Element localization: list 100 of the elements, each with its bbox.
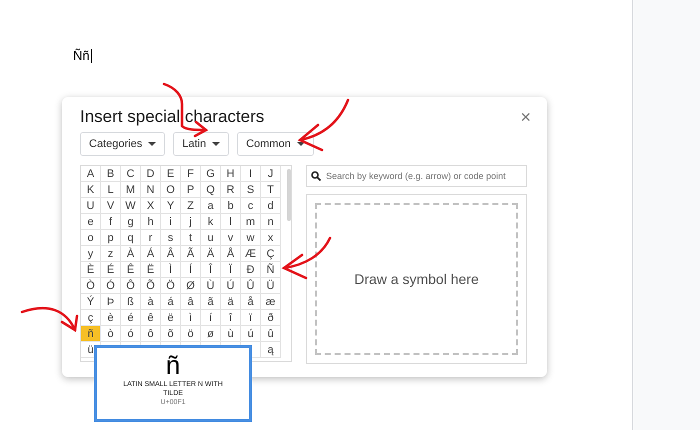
character-cell[interactable]: î [221,310,241,326]
character-cell[interactable]: b [221,198,241,214]
character-cell[interactable]: ñ [81,326,101,342]
character-cell[interactable]: B [101,166,121,182]
character-cell[interactable]: Ç [261,246,281,262]
character-cell[interactable]: O [161,182,181,198]
character-cell[interactable]: A [81,166,101,182]
drawing-area[interactable]: Draw a symbol here [315,203,518,355]
character-cell[interactable]: Î [201,262,221,278]
character-cell[interactable]: q [121,230,141,246]
dropdown[interactable]: Common [237,132,314,156]
character-cell[interactable]: H [221,166,241,182]
character-cell[interactable]: Ð [241,262,261,278]
character-cell[interactable]: Û [241,278,261,294]
character-cell[interactable]: Ì [161,262,181,278]
character-cell[interactable]: û [261,326,281,342]
character-cell[interactable]: Â [161,246,181,262]
character-cell[interactable]: ä [221,294,241,310]
character-cell[interactable]: ß [121,294,141,310]
character-cell[interactable]: r [141,230,161,246]
character-cell[interactable]: v [221,230,241,246]
character-cell[interactable]: Æ [241,246,261,262]
character-cell[interactable]: Z [181,198,201,214]
dropdown[interactable]: Latin [173,132,230,156]
character-cell[interactable]: Ú [221,278,241,294]
character-cell[interactable]: Ü [261,278,281,294]
dropdown[interactable]: Categories [80,132,166,156]
character-cell[interactable]: S [241,182,261,198]
character-cell[interactable]: c [241,198,261,214]
character-cell[interactable]: l [221,214,241,230]
character-cell[interactable]: G [201,166,221,182]
close-button[interactable]: × [518,106,533,128]
character-cell[interactable]: ê [141,310,161,326]
character-cell[interactable]: P [181,182,201,198]
character-cell[interactable]: Ø [181,278,201,294]
character-cell[interactable]: Ê [121,262,141,278]
character-cell[interactable]: È [81,262,101,278]
character-cell[interactable]: e [81,214,101,230]
character-cell[interactable]: i [161,214,181,230]
character-cell[interactable]: ð [261,310,281,326]
character-cell[interactable]: Ë [141,262,161,278]
character-cell[interactable]: é [121,310,141,326]
character-cell[interactable]: À [121,246,141,262]
character-cell[interactable]: R [221,182,241,198]
character-cell[interactable]: ô [141,326,161,342]
character-cell[interactable]: ò [101,326,121,342]
character-cell[interactable]: Þ [101,294,121,310]
character-cell[interactable]: Ö [161,278,181,294]
character-cell[interactable]: á [161,294,181,310]
character-cell[interactable]: h [141,214,161,230]
character-cell[interactable]: J [261,166,281,182]
character-cell[interactable]: ã [201,294,221,310]
character-cell[interactable]: I [241,166,261,182]
character-cell[interactable]: E [161,166,181,182]
character-cell[interactable]: ą [261,342,281,358]
character-cell[interactable]: a [201,198,221,214]
character-cell[interactable]: Å [221,246,241,262]
character-cell[interactable]: V [101,198,121,214]
character-cell[interactable]: í [201,310,221,326]
character-cell[interactable]: Á [141,246,161,262]
character-cell[interactable]: æ [261,294,281,310]
character-cell[interactable]: Ä [201,246,221,262]
character-cell[interactable]: Õ [141,278,161,294]
character-cell[interactable]: L [101,182,121,198]
character-cell[interactable]: p [101,230,121,246]
character-cell[interactable]: ø [201,326,221,342]
character-cell[interactable]: m [241,214,261,230]
character-cell[interactable]: è [101,310,121,326]
character-cell[interactable]: Ô [121,278,141,294]
character-cell[interactable]: y [81,246,101,262]
character-cell[interactable]: t [181,230,201,246]
character-cell[interactable]: Ï [221,262,241,278]
character-cell[interactable]: F [181,166,201,182]
character-cell[interactable]: w [241,230,261,246]
character-cell[interactable]: ö [181,326,201,342]
character-cell[interactable]: g [121,214,141,230]
character-cell[interactable]: j [181,214,201,230]
character-cell[interactable]: ë [161,310,181,326]
search-field[interactable]: Search by keyword (e.g. arrow) or code point [306,165,527,187]
scrollbar[interactable] [287,169,291,221]
character-cell[interactable]: Ý [81,294,101,310]
character-cell[interactable]: É [101,262,121,278]
character-cell[interactable]: Í [181,262,201,278]
character-cell[interactable]: X [141,198,161,214]
character-cell[interactable]: W [121,198,141,214]
character-cell[interactable]: f [101,214,121,230]
character-cell[interactable]: K [81,182,101,198]
character-cell[interactable]: z [101,246,121,262]
character-cell[interactable]: M [121,182,141,198]
character-cell[interactable]: ï [241,310,261,326]
character-cell[interactable]: ù [221,326,241,342]
character-cell[interactable]: â [181,294,201,310]
character-cell[interactable]: à [141,294,161,310]
character-cell[interactable]: U [81,198,101,214]
character-cell[interactable]: C [121,166,141,182]
character-cell[interactable]: ú [241,326,261,342]
character-cell[interactable]: k [201,214,221,230]
character-cell[interactable]: n [261,214,281,230]
character-cell[interactable]: ó [121,326,141,342]
character-cell[interactable]: ì [181,310,201,326]
